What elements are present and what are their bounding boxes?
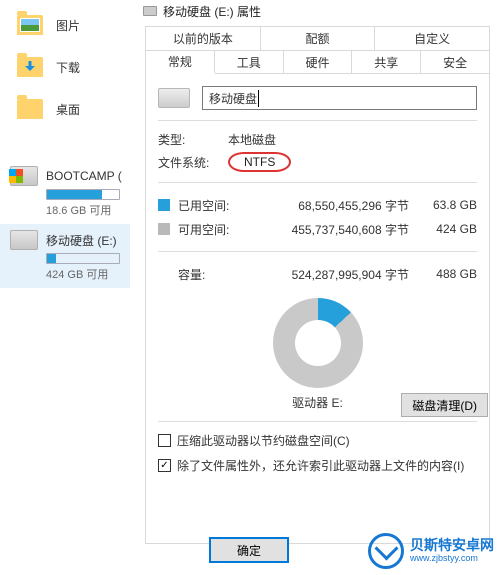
index-label: 除了文件属性外，还允许索引此驱动器上文件的内容(I) [177,457,464,474]
tab-tools[interactable]: 工具 [215,51,284,73]
space-table: 已用空间: 68,550,455,296 字节 63.8 GB 可用空间: 45… [158,193,477,286]
filesystem-value: NTFS [228,152,291,172]
tab-hardware[interactable]: 硬件 [284,51,353,73]
nav-label: 图片 [56,17,80,34]
tab-quota[interactable]: 配额 [261,27,376,50]
tab-security[interactable]: 安全 [421,51,489,73]
drive-label: 移动硬盘 (E:) [46,232,117,249]
used-label: 已用空间: [178,197,242,214]
drive-large-icon [158,88,190,108]
filesystem-label: 文件系统: [158,154,228,171]
drive-sublabel: 424 GB 可用 [46,266,122,282]
disk-cleanup-button[interactable]: 磁盘清理(D) [401,393,488,417]
folder-pictures-icon [14,11,46,39]
free-label: 可用空间: [178,221,242,238]
usage-donut [273,298,363,388]
drive-small-icon [143,6,157,16]
watermark: 贝斯特安卓网 www.zjbstyy.com [368,533,494,569]
drive-label: BOOTCAMP ( [46,169,122,183]
capacity-bar [46,253,120,264]
tab-customize[interactable]: 自定义 [375,27,489,50]
watermark-text: 贝斯特安卓网 www.zjbstyy.com [410,538,494,563]
drive-sublabel: 18.6 GB 可用 [46,202,122,218]
capacity-bar [46,189,120,200]
dialog-title: 移动硬盘 (E:) 属性 [163,3,261,20]
nav-downloads[interactable]: 下载 [0,46,130,88]
checkbox-checked-icon [158,459,171,472]
nav-label: 桌面 [56,101,80,118]
drive-name-input[interactable]: 移动硬盘 [202,86,477,110]
tab-general[interactable]: 常规 [146,51,215,74]
tab-previous-versions[interactable]: 以前的版本 [146,27,261,50]
properties-dialog: 移动硬盘 (E:) 属性 以前的版本 配额 自定义 常规 工具 硬件 共享 安全… [135,0,500,575]
capacity-label: 容量: [178,266,242,283]
used-bytes: 68,550,455,296 字节 [242,197,417,214]
folder-downloads-icon [14,53,46,81]
divider [158,421,477,422]
nav-pictures[interactable]: 图片 [0,4,130,46]
index-checkbox-row[interactable]: 除了文件属性外，还允许索引此驱动器上文件的内容(I) [158,457,477,474]
watermark-logo-icon [368,533,404,569]
compress-checkbox-row[interactable]: 压缩此驱动器以节约磁盘空间(C) [158,432,477,449]
ok-button[interactable]: 确定 [209,537,289,563]
tab-strip: 以前的版本 配额 自定义 常规 工具 硬件 共享 安全 [145,26,490,74]
free-bytes: 455,737,540,608 字节 [242,221,417,238]
tab-general-panel: 移动硬盘 类型:本地磁盘 文件系统:NTFS 已用空间: 68,550,455,… [145,74,490,544]
used-swatch [158,199,170,211]
free-gb: 424 GB [417,222,477,236]
folder-desktop-icon [14,95,46,123]
capacity-bytes: 524,287,995,904 字节 [242,266,417,283]
drive-icon [10,166,38,186]
drives-list: BOOTCAMP ( 18.6 GB 可用 移动硬盘 (E:) 424 GB 可… [0,160,130,288]
checkbox-icon [158,434,171,447]
free-swatch [158,223,170,235]
type-label: 类型: [158,131,228,148]
drive-bootcamp[interactable]: BOOTCAMP ( 18.6 GB 可用 [0,160,130,224]
capacity-gb: 488 GB [417,267,477,281]
nav-desktop[interactable]: 桌面 [0,88,130,130]
used-gb: 63.8 GB [417,198,477,212]
compress-label: 压缩此驱动器以节约磁盘空间(C) [177,432,350,449]
dialog-titlebar: 移动硬盘 (E:) 属性 [135,0,500,22]
drive-removable-e[interactable]: 移动硬盘 (E:) 424 GB 可用 [0,224,130,288]
divider [158,120,477,121]
tab-sharing[interactable]: 共享 [352,51,421,73]
divider [158,182,477,183]
explorer-sidebar: 图片 下载 桌面 BOOTCAMP ( 18.6 GB 可用 移动硬盘 (E:)… [0,0,130,575]
nav-label: 下载 [56,59,80,76]
type-value: 本地磁盘 [228,131,276,148]
drive-icon [10,230,38,250]
divider [158,251,477,252]
